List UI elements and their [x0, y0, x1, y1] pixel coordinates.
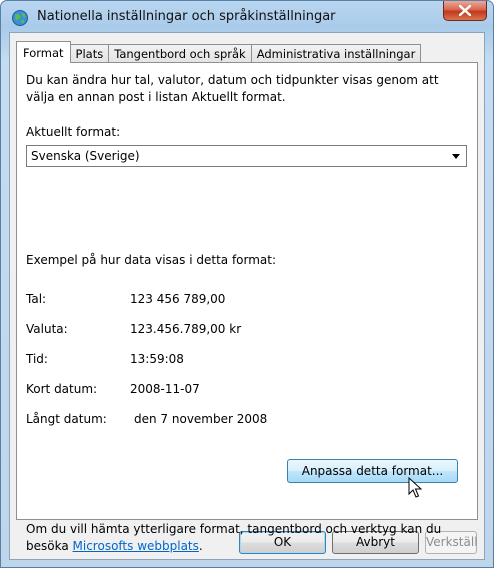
tab-format[interactable]: Format [16, 41, 71, 63]
time-label: Tid: [26, 352, 48, 366]
close-button[interactable] [443, 1, 487, 21]
number-label: Tal: [26, 292, 47, 306]
short-date-label: Kort datum: [26, 382, 98, 396]
footer-period: . [198, 539, 203, 553]
format-tab-panel: Du kan ändra hur tal, valutor, datum och… [16, 62, 478, 553]
current-format-dropdown[interactable]: Svenska (Sverige) [26, 145, 467, 167]
tab-location[interactable]: Plats [69, 44, 110, 63]
number-value: 123 456 789,00 [130, 292, 226, 306]
current-format-value: Svenska (Sverige) [31, 149, 140, 163]
dialog-window: Nationella inställningar och språkinstäl… [0, 0, 494, 568]
format-description: Du kan ändra hur tal, valutor, datum och… [26, 73, 439, 104]
long-date-label: Långt datum: [26, 412, 107, 426]
dropdown-arrow-icon [452, 154, 460, 159]
mouse-cursor-icon [408, 477, 422, 498]
currency-label: Valuta: [26, 322, 68, 336]
title-bar[interactable]: Nationella inställningar och språkinstäl… [1, 1, 493, 33]
globe-icon [12, 10, 28, 26]
customize-format-button[interactable]: Anpassa detta format... [287, 459, 458, 483]
footer-text: Om du vill hämta ytterligare format, tan… [26, 521, 471, 555]
time-value: 13:59:08 [130, 352, 184, 366]
currency-value: 123.456.789,00 kr [130, 322, 242, 336]
window-title: Nationella inställningar och språkinstäl… [37, 9, 336, 24]
dialog-client-area: Format Plats Tangentbord och språk Admin… [9, 32, 485, 560]
short-date-value: 2008-11-07 [130, 382, 200, 396]
close-icon [459, 5, 471, 16]
tab-administrative[interactable]: Administrativa inställningar [250, 44, 422, 63]
microsoft-website-link[interactable]: Microsofts webbplats [73, 539, 199, 553]
long-date-value: den 7 november 2008 [134, 412, 268, 426]
example-title: Exempel på hur data visas i detta format… [26, 253, 277, 267]
tab-keyboard-language[interactable]: Tangentbord och språk [108, 44, 252, 63]
tab-strip: Format Plats Tangentbord och språk Admin… [16, 41, 422, 63]
current-format-label: Aktuellt format: [26, 125, 121, 139]
